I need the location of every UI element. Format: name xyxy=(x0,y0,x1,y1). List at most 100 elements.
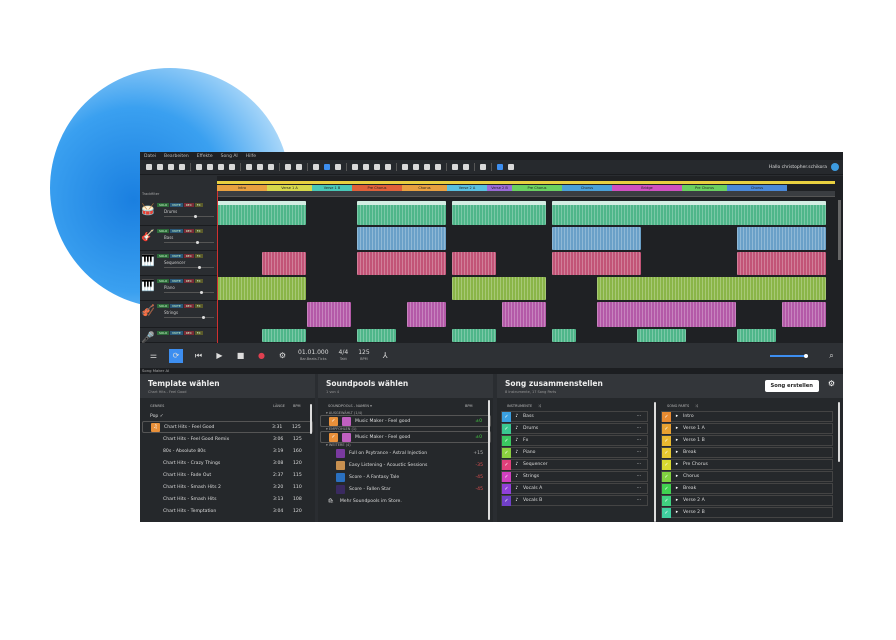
track-header-bass[interactable]: 🎸 SOLO MUTE REC FX Bass xyxy=(140,226,217,251)
view2-icon[interactable] xyxy=(324,164,330,170)
menu-bearbeiten[interactable]: Bearbeiten xyxy=(164,154,189,159)
chart-icon[interactable] xyxy=(402,164,408,170)
song-part-marker[interactable]: Chorus xyxy=(562,185,612,191)
song-part-marker[interactable]: Bridge xyxy=(612,185,682,191)
new-icon[interactable] xyxy=(146,164,152,170)
open-icon[interactable] xyxy=(157,164,163,170)
song-part-item[interactable]: ✓ ▸ Break xyxy=(661,447,833,458)
master-volume-slider[interactable] xyxy=(770,353,808,358)
track-header-drums[interactable]: 🥁 SOLO MUTE REC FX Drums xyxy=(140,200,217,226)
menu-song-ai[interactable]: Song AI xyxy=(221,154,238,159)
audio-clip-drums[interactable] xyxy=(217,201,306,225)
cut-icon[interactable] xyxy=(218,164,224,170)
checkbox-icon[interactable]: ✓ xyxy=(502,471,511,482)
audio-clip-sequencer[interactable] xyxy=(737,252,826,275)
col-soundpool-bpm[interactable]: BPM xyxy=(465,404,483,408)
template-item[interactable]: 80s - Absolute 80s 3:19 160 xyxy=(140,445,315,457)
solo-button[interactable]: SOLO xyxy=(157,254,170,258)
view3-icon[interactable] xyxy=(335,164,341,170)
folder2-icon[interactable] xyxy=(268,164,274,170)
mixer-icon[interactable] xyxy=(257,164,263,170)
instrument-item[interactable]: ✓ ♪ Fx ··· xyxy=(501,435,648,446)
audio-clip-bass[interactable] xyxy=(737,227,826,250)
redo-icon[interactable] xyxy=(207,164,213,170)
store-link[interactable]: 🛍 Mehr Soundpools im Store. xyxy=(318,495,493,507)
song-part-marker[interactable]: Pre Chorus xyxy=(682,185,727,191)
song-part-marker[interactable]: Pre Chorus xyxy=(512,185,562,191)
soundpool-recommended[interactable]: ✓ Music Maker - Feel good ±0 xyxy=(320,431,491,443)
audio-clip-bass[interactable] xyxy=(357,227,446,250)
menu-datei[interactable]: Datei xyxy=(144,154,156,159)
video-icon[interactable] xyxy=(424,164,430,170)
instrument-item[interactable]: ✓ ♪ Piano ··· xyxy=(501,447,648,458)
audio-clip-drums[interactable] xyxy=(552,201,826,225)
layout2-icon[interactable] xyxy=(508,164,514,170)
metronome-icon[interactable]: ⅄ xyxy=(380,350,391,361)
audio-clip-strings[interactable] xyxy=(502,302,546,327)
user-avatar-icon[interactable] xyxy=(831,163,839,171)
mute-button[interactable]: MUTE xyxy=(170,229,183,233)
rec-button[interactable]: REC xyxy=(183,304,194,308)
song-part-item[interactable]: ✓ ▸ Break xyxy=(661,483,833,494)
col-bpm[interactable]: BPM xyxy=(293,404,305,408)
song-part-item[interactable]: ✓ ▸ Verse 2 B xyxy=(661,507,833,518)
song-part-marker[interactable]: Chorus xyxy=(402,185,447,191)
track-filter[interactable]: Trackfilter xyxy=(142,192,159,196)
template-item[interactable]: Chart Hits - Smash Hits 2 3:20 110 xyxy=(140,481,315,493)
col-genres[interactable]: GENRES xyxy=(150,404,273,408)
more-options-icon[interactable]: ··· xyxy=(637,486,641,491)
track-volume-slider[interactable] xyxy=(164,316,214,319)
audio-clip-piano[interactable] xyxy=(217,277,306,300)
marker-icon[interactable] xyxy=(480,164,486,170)
song-part-marker[interactable]: Intro xyxy=(217,185,267,191)
rec-button[interactable]: REC xyxy=(183,331,194,335)
settings-icon[interactable]: ⚙ xyxy=(277,350,288,361)
solo-button[interactable]: SOLO xyxy=(157,304,170,308)
folder-icon[interactable] xyxy=(168,164,174,170)
track-header-sequencer[interactable]: 🎹 SOLO MUTE REC FX Sequencer xyxy=(140,251,217,276)
col-soundpool-name[interactable]: SOUNDPOOLS - NAMEN ▾ xyxy=(328,404,465,408)
song-part-item[interactable]: ✓ ▸ Chorus xyxy=(661,471,833,482)
song-part-marker[interactable]: Pre Chorus xyxy=(352,185,402,191)
arrangement-area[interactable]: Intro Verse 1 A Verse 1 B Pre Chorus Chorus V… xyxy=(217,176,835,343)
checkbox-icon[interactable]: ✓ xyxy=(502,483,511,494)
audio-clip-piano[interactable] xyxy=(597,277,826,300)
audio-clip-strings[interactable] xyxy=(597,302,736,327)
gear-icon[interactable]: ⚙ xyxy=(828,379,835,388)
checkbox-icon[interactable]: ✓ xyxy=(662,411,671,422)
menu-effekte[interactable]: Effekte xyxy=(197,154,213,159)
cloud-icon[interactable] xyxy=(296,164,302,170)
checkbox-icon[interactable]: ✓ xyxy=(662,495,671,506)
template-item[interactable]: Chart Hits - Feel Good Remix 3:06 125 xyxy=(140,433,315,445)
menu-hilfe[interactable]: Hilfe xyxy=(246,154,256,159)
track-volume-slider[interactable] xyxy=(164,266,214,269)
checkbox-icon[interactable]: ✓ xyxy=(502,447,511,458)
song-part-item[interactable]: ✓ ▸ Pre Chorus xyxy=(661,459,833,470)
save-icon[interactable] xyxy=(179,164,185,170)
soundpools-scrollbar[interactable] xyxy=(488,400,490,520)
arranger-scrollbar[interactable] xyxy=(838,200,841,260)
audio-clip-vocals[interactable] xyxy=(737,329,776,342)
view1-icon[interactable] xyxy=(313,164,319,170)
checkbox-icon[interactable]: ✓ xyxy=(502,435,511,446)
solo-button[interactable]: SOLO xyxy=(157,279,170,283)
checkbox-icon[interactable]: ✓ xyxy=(329,416,338,426)
track-header-vocals[interactable]: 🎤 SOLO MUTE REC FX xyxy=(140,328,217,344)
audio-clip-bass[interactable] xyxy=(552,227,641,250)
audio-clip-vocals[interactable] xyxy=(552,329,576,342)
instrument-item[interactable]: ✓ ♪ Strings ··· xyxy=(501,471,648,482)
create-song-button[interactable]: Song erstellen xyxy=(764,380,819,392)
fx-button[interactable]: FX xyxy=(194,279,203,283)
genre-pop[interactable]: Pop ✓ xyxy=(140,411,315,421)
instrument-item[interactable]: ✓ ♪ Vocals B ··· xyxy=(501,495,648,506)
solo-button[interactable]: SOLO xyxy=(157,331,170,335)
loop-button[interactable]: ⟳ xyxy=(169,348,183,363)
song-part-marker[interactable]: Verse 1 B xyxy=(312,185,352,191)
checkbox-icon[interactable]: ✓ xyxy=(662,423,671,434)
undo-icon[interactable] xyxy=(196,164,202,170)
audio-clip-vocals[interactable] xyxy=(262,329,306,342)
song-part-marker[interactable]: Chorus xyxy=(727,185,787,191)
track-header-strings[interactable]: 🎻 SOLO MUTE REC FX Strings xyxy=(140,301,217,328)
more-options-icon[interactable]: ··· xyxy=(637,450,641,455)
user-area[interactable]: Hallo christopher.schikora xyxy=(769,163,843,171)
